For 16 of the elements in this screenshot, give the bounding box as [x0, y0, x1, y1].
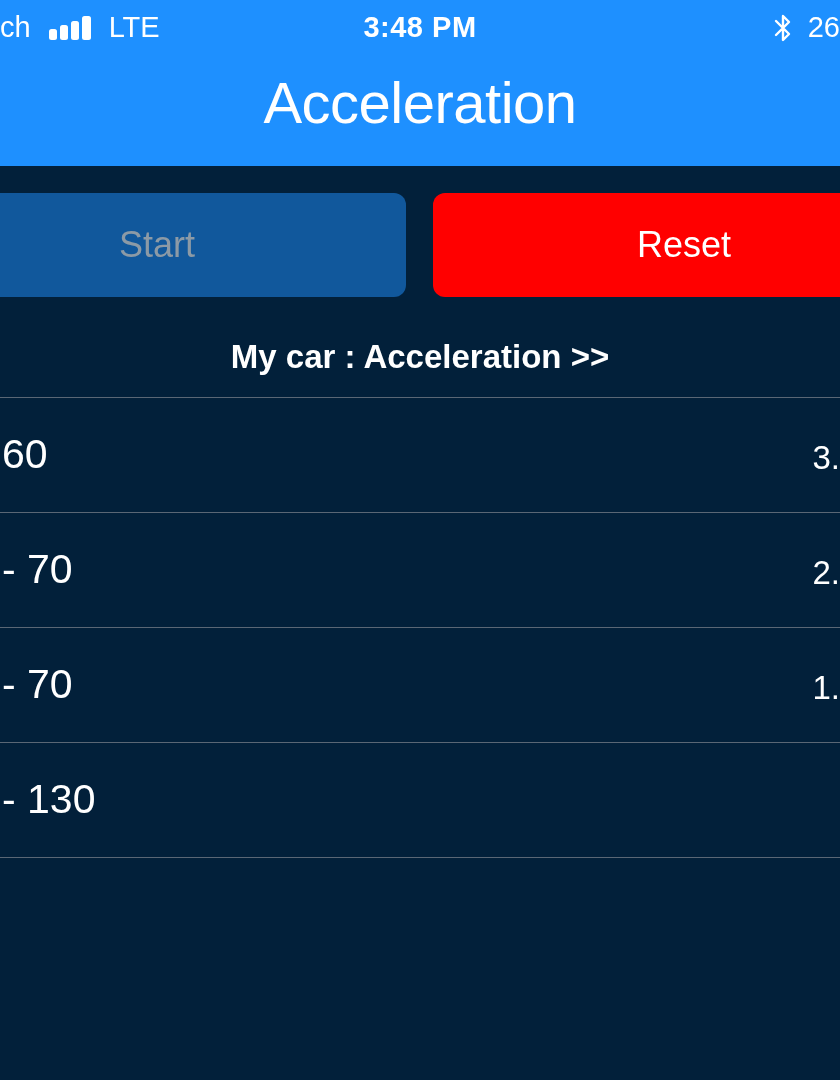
section-title-link[interactable]: My car : Acceleration >>: [0, 297, 840, 397]
speed-range-text: - 130: [1, 775, 96, 825]
speed-range-text: - 70: [1, 660, 73, 710]
speed-range-text: 60: [1, 430, 48, 480]
carrier-text: ch: [0, 9, 31, 45]
status-text: 26: [807, 9, 840, 45]
screen-title: Acceleration: [262, 69, 578, 137]
clock-text: 3:48 PM: [363, 9, 477, 45]
network-type-text: LTE: [108, 9, 160, 45]
speed-range-text: - 70: [1, 545, 73, 595]
time-value-text: 2.: [812, 553, 840, 594]
reset-button[interactable]: Reset: [433, 193, 840, 297]
signal-bars-icon: [48, 15, 91, 40]
bluetooth-icon: [773, 12, 792, 43]
time-value-text: 1.: [812, 668, 840, 709]
time-value-text: 3.: [812, 438, 840, 479]
